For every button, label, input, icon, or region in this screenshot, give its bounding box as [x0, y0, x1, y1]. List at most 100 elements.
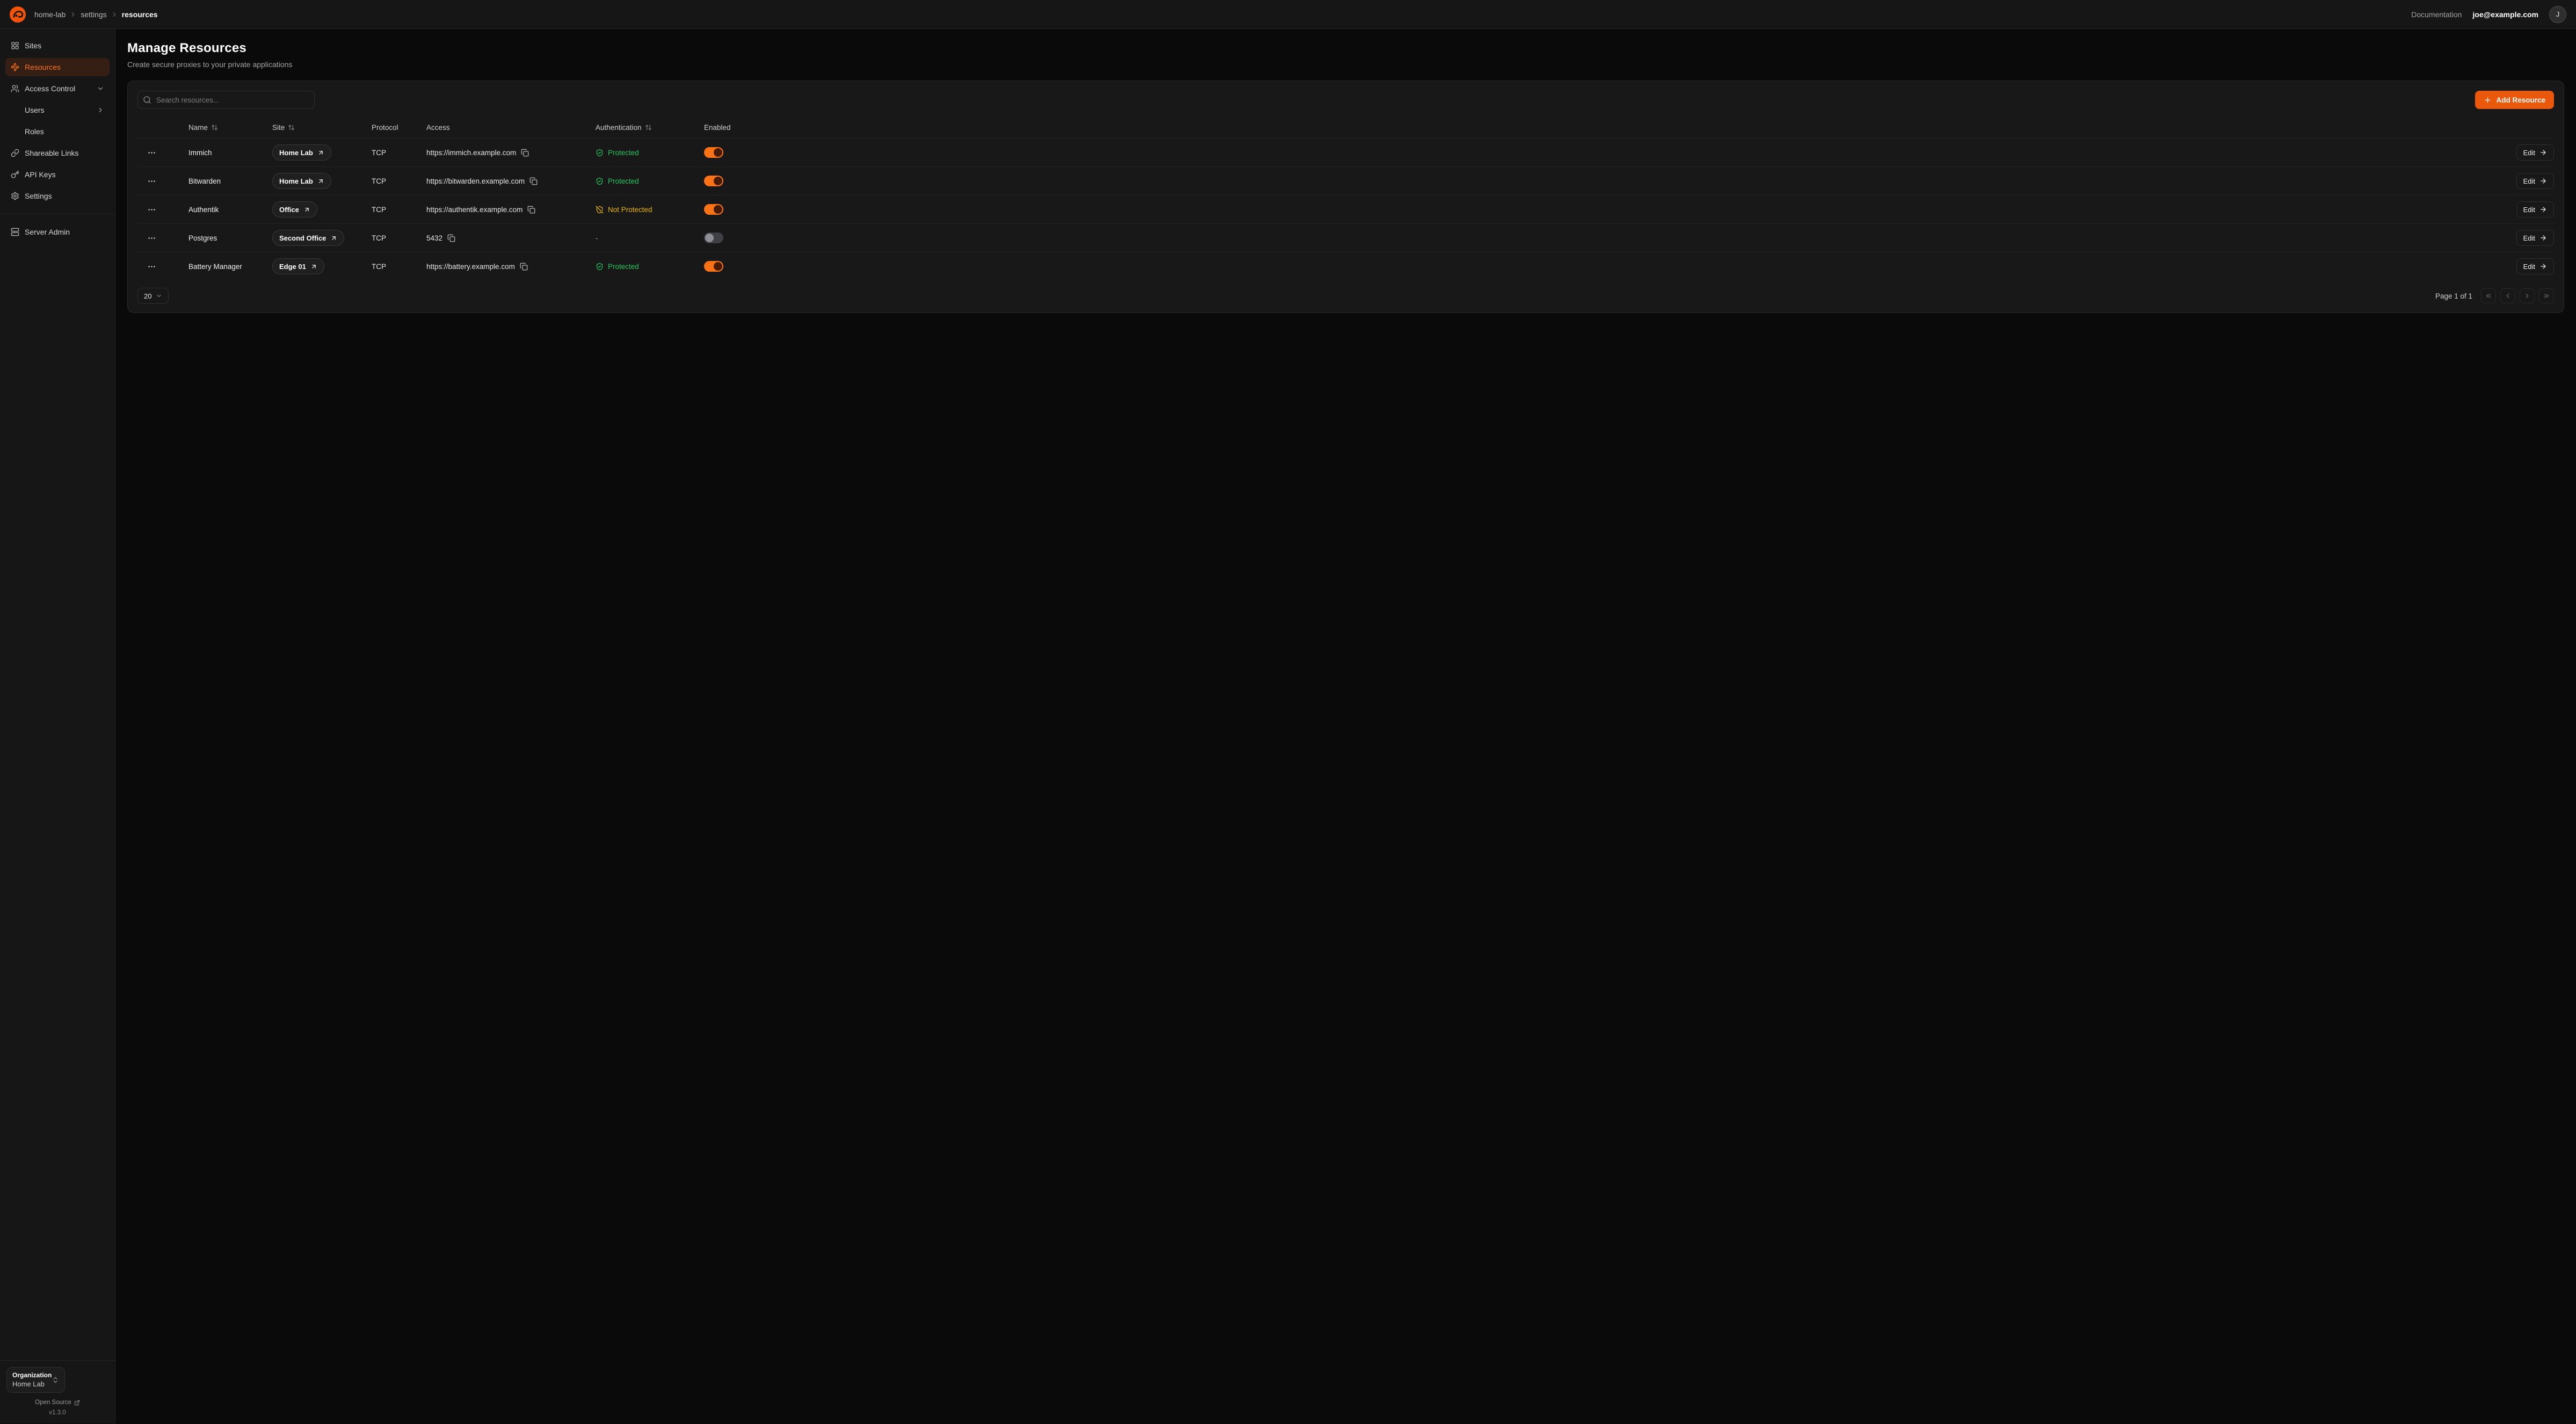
- auth-status: Not Protected: [596, 206, 704, 214]
- external-link-icon: [74, 1400, 80, 1406]
- column-header-authentication[interactable]: Authentication: [596, 123, 704, 132]
- search-input[interactable]: [137, 91, 315, 109]
- resource-name: Battery Manager: [188, 263, 272, 271]
- copy-button[interactable]: [527, 206, 535, 214]
- enabled-toggle[interactable]: [704, 176, 723, 186]
- resource-name: Bitwarden: [188, 177, 272, 185]
- row-menu-cell: [137, 202, 188, 217]
- sidebar-item-roles[interactable]: Roles: [5, 122, 110, 141]
- row-menu-button[interactable]: [144, 173, 159, 188]
- external-link-arrow-icon: [303, 206, 310, 213]
- page-info: Page 1 of 1: [2435, 292, 2472, 300]
- copy-button[interactable]: [529, 177, 538, 185]
- resource-row: Authentik Office TCP https://authentik.e…: [137, 195, 2554, 223]
- site-cell: Office: [272, 201, 372, 217]
- sidebar-item-label: Resources: [25, 63, 61, 71]
- row-menu-cell: [137, 230, 188, 245]
- edit-button[interactable]: Edit: [2516, 201, 2554, 217]
- sidebar-item-settings[interactable]: Settings: [5, 187, 110, 205]
- sidebar-item-server-admin[interactable]: Server Admin: [5, 223, 110, 241]
- enabled-toggle[interactable]: [704, 233, 723, 243]
- avatar-initial: J: [2556, 10, 2560, 18]
- row-menu-button[interactable]: [144, 230, 159, 245]
- breadcrumb-settings[interactable]: settings: [81, 10, 106, 19]
- chevron-right-icon: [97, 106, 104, 114]
- sidebar-item-access-control[interactable]: Access Control: [5, 79, 110, 98]
- sidebar: Sites Resources Access Control Users Rol…: [0, 29, 115, 1423]
- last-page-button[interactable]: [2539, 288, 2554, 303]
- copy-icon: [527, 206, 535, 214]
- arrow-right-icon: [2539, 149, 2547, 156]
- org-selector[interactable]: Organization Home Lab: [6, 1367, 65, 1393]
- row-menu-button[interactable]: [144, 259, 159, 274]
- site-link[interactable]: Office: [272, 201, 317, 217]
- resource-name: Postgres: [188, 234, 272, 242]
- ellipsis-icon: [147, 234, 156, 243]
- search-box: [137, 91, 315, 109]
- sidebar-item-users[interactable]: Users: [5, 101, 110, 119]
- external-link-arrow-icon: [317, 149, 324, 156]
- breadcrumb-org[interactable]: home-lab: [34, 10, 66, 19]
- column-header-label: Enabled: [704, 123, 731, 132]
- sidebar-item-sites[interactable]: Sites: [5, 37, 110, 55]
- auth-status: Protected: [596, 263, 704, 271]
- row-menu-button[interactable]: [144, 202, 159, 217]
- edit-button[interactable]: Edit: [2516, 230, 2554, 246]
- enabled-toggle[interactable]: [704, 261, 723, 272]
- first-page-button[interactable]: [2481, 288, 2496, 303]
- site-link[interactable]: Second Office: [272, 230, 344, 246]
- add-resource-button[interactable]: Add Resource: [2475, 91, 2554, 109]
- edit-button[interactable]: Edit: [2516, 258, 2554, 274]
- auth-status: -: [596, 234, 704, 242]
- page-subtitle: Create secure proxies to your private ap…: [127, 60, 2564, 69]
- auth-label: Protected: [608, 149, 639, 157]
- sidebar-item-api-keys[interactable]: API Keys: [5, 165, 110, 184]
- ellipsis-icon: [147, 262, 156, 271]
- access-cell: 5432: [426, 234, 596, 242]
- resource-access: 5432: [426, 234, 442, 242]
- app-logo[interactable]: [10, 6, 26, 23]
- sidebar-item-resources[interactable]: Resources: [5, 58, 110, 76]
- user-email[interactable]: joe@example.com: [2472, 10, 2538, 19]
- copy-button[interactable]: [521, 149, 529, 157]
- plus-icon: [2484, 96, 2492, 104]
- chevron-right-icon: [69, 11, 77, 18]
- server-icon: [11, 228, 19, 236]
- open-source-link[interactable]: Open Source: [6, 1399, 108, 1406]
- link-icon: [11, 149, 19, 157]
- edit-button[interactable]: Edit: [2516, 144, 2554, 161]
- sidebar-item-shareable-links[interactable]: Shareable Links: [5, 144, 110, 162]
- auth-label: Protected: [608, 263, 639, 271]
- next-page-button[interactable]: [2520, 288, 2535, 303]
- documentation-link[interactable]: Documentation: [2411, 10, 2462, 19]
- enabled-toggle[interactable]: [704, 147, 723, 158]
- resource-access: https://immich.example.com: [426, 149, 516, 157]
- row-menu-cell: [137, 259, 188, 274]
- site-link[interactable]: Edge 01: [272, 258, 324, 274]
- copy-button[interactable]: [520, 263, 528, 271]
- sites-grid-icon: [11, 41, 19, 50]
- actions-cell: Edit: [777, 173, 2554, 189]
- column-header-site[interactable]: Site: [272, 123, 372, 132]
- row-menu-button[interactable]: [144, 145, 159, 160]
- page-size-select[interactable]: 20: [137, 288, 169, 304]
- site-link[interactable]: Home Lab: [272, 144, 331, 161]
- column-header-name[interactable]: Name: [188, 123, 272, 132]
- row-menu-cell: [137, 145, 188, 160]
- site-pill-label: Home Lab: [279, 149, 313, 157]
- column-header-label: Access: [426, 123, 450, 132]
- resources-table: Name Site Protocol Access Authenticati: [137, 117, 2554, 280]
- sort-icon: [288, 124, 295, 131]
- sidebar-item-label: Users: [25, 106, 45, 114]
- site-link[interactable]: Home Lab: [272, 173, 331, 189]
- avatar[interactable]: J: [2549, 6, 2566, 23]
- previous-page-button[interactable]: [2500, 288, 2515, 303]
- site-cell: Home Lab: [272, 173, 372, 189]
- shield-check-icon: [596, 149, 604, 157]
- breadcrumb-current: resources: [122, 10, 158, 19]
- copy-button[interactable]: [447, 234, 455, 242]
- table-footer: 20 Page 1 of 1: [137, 288, 2554, 304]
- enabled-toggle[interactable]: [704, 204, 723, 215]
- edit-button[interactable]: Edit: [2516, 173, 2554, 189]
- column-header-label: Site: [272, 123, 285, 132]
